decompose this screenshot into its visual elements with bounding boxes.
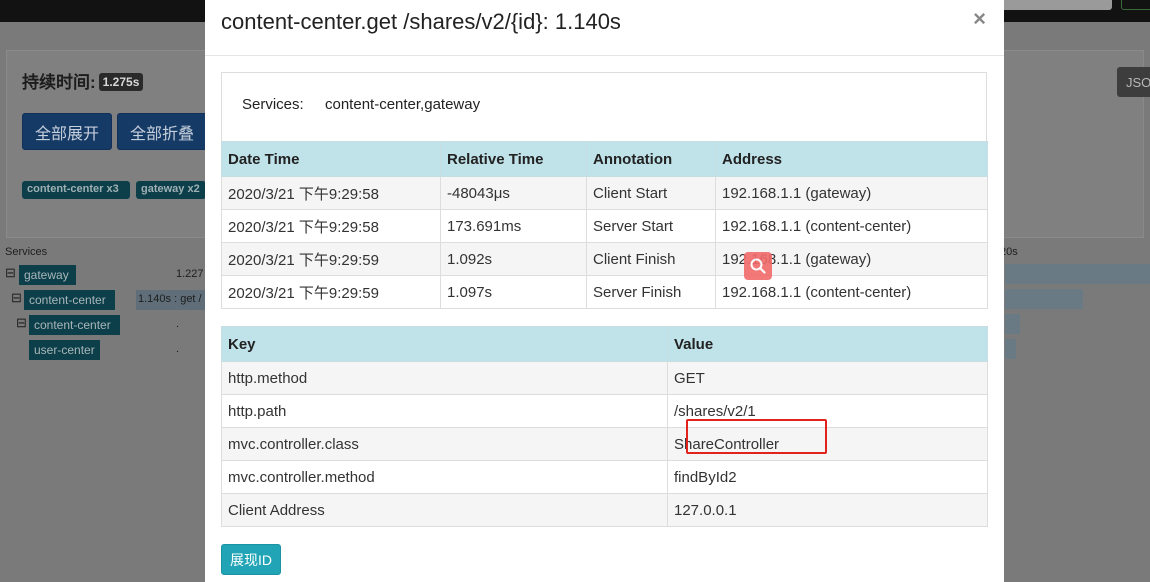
span-duration: .: [176, 318, 180, 330]
table-header-row: Date Time Relative Time Annotation Addre…: [221, 141, 988, 177]
duration-label: 持续时间: 1.275s: [22, 68, 144, 93]
cell-key: mvc.controller.method: [221, 460, 668, 494]
cell-annotation: Client Finish: [586, 242, 716, 276]
cell-annotation: Server Start: [586, 209, 716, 243]
tree-node-content-center[interactable]: content-center: [29, 315, 120, 335]
span-bar[interactable]: [1005, 314, 1020, 334]
cell-key: http.method: [221, 361, 668, 395]
span-bar[interactable]: [1005, 264, 1150, 284]
table-row: 2020/3/21 下午9:29:58 -48043μs Client Star…: [221, 176, 988, 210]
cell-annotation: Server Finish: [586, 275, 716, 309]
table-row: Client Address 127.0.0.1: [221, 493, 988, 527]
cell-relative-time: -48043μs: [440, 176, 587, 210]
cell-date-time: 2020/3/21 下午9:29:59: [221, 275, 441, 309]
cell-value: 127.0.0.1: [667, 493, 988, 527]
cell-relative-time: 1.097s: [440, 275, 587, 309]
table-header-row: Key Value: [221, 326, 988, 362]
cell-key: http.path: [221, 394, 668, 428]
service-tag[interactable]: content-center x3: [22, 181, 130, 199]
column-header: Relative Time: [440, 141, 587, 177]
cell-address: 192.168.1.1 (content-center): [715, 275, 988, 309]
navbar-search-input[interactable]: [1000, 0, 1112, 10]
tree-toggle-icon[interactable]: ⊟: [16, 315, 27, 331]
table-row: http.method GET: [221, 361, 988, 395]
span-detail-modal: content-center.get /shares/v2/{id}: 1.14…: [205, 0, 1004, 582]
tree-node-gateway[interactable]: gateway: [19, 265, 76, 285]
services-row: Services: content-center,gateway: [221, 72, 987, 141]
table-row: mvc.controller.method findById2: [221, 460, 988, 494]
cell-relative-time: 1.092s: [440, 242, 587, 276]
navbar-search-button[interactable]: [1121, 0, 1150, 10]
json-button[interactable]: JSO: [1117, 67, 1150, 97]
table-row: mvc.controller.class ShareController: [221, 427, 988, 461]
services-value: content-center,gateway: [325, 96, 481, 113]
service-tag[interactable]: gateway x2: [136, 181, 206, 199]
table-row: 2020/3/21 下午9:29:59 1.097s Server Finish…: [221, 275, 988, 309]
modal-title: content-center.get /shares/v2/{id}: 1.14…: [221, 9, 621, 34]
span-duration: 1.140s : get /: [138, 293, 202, 305]
span-bar[interactable]: [1005, 289, 1083, 309]
table-row: 2020/3/21 下午9:29:58 173.691ms Server Sta…: [221, 209, 988, 243]
tree-toggle-icon[interactable]: ⊟: [11, 290, 22, 306]
collapse-all-button[interactable]: 全部折叠: [117, 113, 207, 150]
span-duration: 1.227: [176, 268, 204, 280]
modal-body: Services: content-center,gateway Date Tim…: [221, 72, 988, 575]
tree-node-user-center[interactable]: user-center: [29, 340, 100, 360]
tree-node-content-center[interactable]: content-center: [24, 290, 115, 310]
duration-badge: 1.275s: [98, 73, 144, 91]
tree-toggle-icon[interactable]: ⊟: [5, 265, 16, 281]
cell-address: 192.168.1.1 (gateway): [715, 176, 988, 210]
cell-date-time: 2020/3/21 下午9:29:58: [221, 176, 441, 210]
cell-annotation: Client Start: [586, 176, 716, 210]
services-column-header: Services: [5, 246, 48, 258]
duration-label-text: 持续时间:: [22, 73, 96, 92]
cell-value: GET: [667, 361, 988, 395]
column-header: Date Time: [221, 141, 441, 177]
cell-value: findById2: [667, 460, 988, 494]
cell-date-time: 2020/3/21 下午9:29:58: [221, 209, 441, 243]
tags-table: Key Value http.method GET http.path /sha…: [221, 326, 988, 527]
expand-all-button[interactable]: 全部展开: [22, 113, 112, 150]
span-bar[interactable]: [1005, 339, 1016, 359]
column-header: Annotation: [586, 141, 716, 177]
span-duration: .: [176, 343, 180, 355]
search-icon[interactable]: [744, 252, 772, 280]
cell-key: mvc.controller.class: [221, 427, 668, 461]
cell-value: ShareController: [667, 427, 988, 461]
annotations-table: Date Time Relative Time Annotation Addre…: [221, 141, 988, 309]
cell-value: /shares/v2/1: [667, 394, 988, 428]
column-header: Key: [221, 326, 668, 362]
table-row: http.path /shares/v2/1: [221, 394, 988, 428]
cell-relative-time: 173.691ms: [440, 209, 587, 243]
column-header: Address: [715, 141, 988, 177]
close-icon[interactable]: ×: [973, 6, 986, 32]
services-label: Services:: [242, 96, 304, 113]
column-header: Value: [667, 326, 988, 362]
cell-date-time: 2020/3/21 下午9:29:59: [221, 242, 441, 276]
table-row: 2020/3/21 下午9:29:59 1.092s Client Finish…: [221, 242, 988, 276]
cell-address: 192.168.1.1 (content-center): [715, 209, 988, 243]
search-icon-glyph: [750, 258, 766, 274]
show-id-button[interactable]: 展现ID: [221, 544, 281, 575]
modal-header: content-center.get /shares/v2/{id}: 1.14…: [205, 0, 1004, 56]
cell-key: Client Address: [221, 493, 668, 527]
